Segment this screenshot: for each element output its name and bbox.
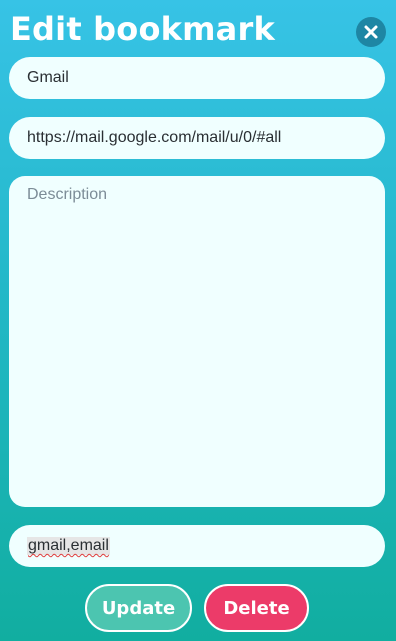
description-field[interactable]: Description xyxy=(9,176,385,507)
update-button[interactable]: Update xyxy=(85,584,192,632)
bookmark-name-field[interactable]: Gmail xyxy=(9,57,385,99)
dialog-title: Edit bookmark xyxy=(10,10,275,48)
bookmark-url-field[interactable]: https://mail.google.com/mail/u/0/#all xyxy=(9,117,385,159)
close-button[interactable] xyxy=(356,17,386,47)
bookmark-url-value: https://mail.google.com/mail/u/0/#all xyxy=(27,129,282,146)
tags-value: gmail,email xyxy=(27,537,110,555)
description-placeholder: Description xyxy=(27,186,108,203)
delete-button[interactable]: Delete xyxy=(204,584,309,632)
close-icon xyxy=(364,25,378,39)
edit-bookmark-dialog: Edit bookmark Gmail https://mail.google.… xyxy=(0,0,396,641)
tags-field[interactable]: gmail,email xyxy=(9,525,385,567)
bookmark-name-value: Gmail xyxy=(27,69,69,86)
